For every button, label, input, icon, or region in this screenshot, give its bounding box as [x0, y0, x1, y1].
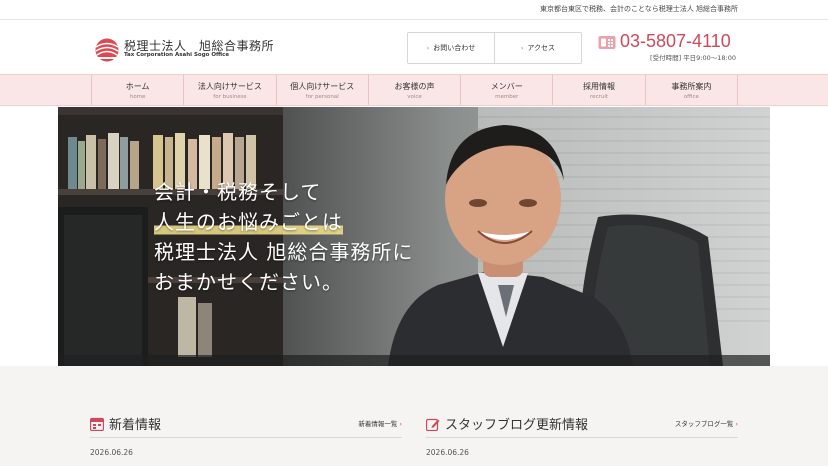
- nav-item-label: ホーム: [125, 82, 150, 91]
- hero-line-2: 人生のお悩みごとは: [154, 207, 343, 237]
- news-panel: 新着情報 新着情報一覧 › 2026.06.26: [90, 412, 402, 457]
- sunrise-logo-icon: [95, 38, 119, 62]
- site-logo[interactable]: 税理士法人 旭総合事務所 Tax Corporation Asahi Sogo …: [94, 36, 274, 64]
- phone-number: 03-5807-4110: [620, 31, 731, 51]
- site-tagline: 東京都台東区で税務、会計のことなら税理士法人 旭総合事務所: [539, 5, 738, 13]
- chevron-right-icon: ›: [399, 420, 402, 428]
- nav-item-voice[interactable]: お客様の声 voice: [367, 75, 460, 105]
- top-strip: 東京都台東区で税務、会計のことなら税理士法人 旭総合事務所: [0, 0, 828, 20]
- hero-line-1: 会計・税務そして: [154, 180, 322, 204]
- chevron-right-icon: ›: [520, 44, 524, 52]
- blog-panel-header: スタッフブログ更新情報 スタッフブログ一覧 ›: [426, 412, 738, 438]
- blog-title: スタッフブログ更新情報: [445, 418, 589, 433]
- nav-item-sublabel: for business: [213, 94, 247, 100]
- calendar-icon: [90, 417, 104, 431]
- news-date: 2026.06.26: [90, 448, 133, 457]
- news-list-link[interactable]: 新着情報一覧 ›: [358, 418, 402, 428]
- hero-line-4: おまかせください。: [154, 270, 343, 294]
- nav-item-sublabel: member: [495, 94, 519, 100]
- nav-item-sublabel: recruit: [590, 94, 609, 100]
- nav-item-label: 事務所案内: [671, 82, 712, 91]
- phone-icon: [598, 36, 616, 49]
- nav-item-label: 採用情報: [583, 82, 616, 91]
- nav-item-label: 法人向けサービス: [197, 82, 262, 91]
- nav-item-label: 個人向けサービス: [290, 82, 355, 91]
- nav-item-label: お客様の声: [394, 82, 435, 91]
- phone-block[interactable]: 03-5807-4110 [受付時間] 平日9:00～18:00: [598, 31, 738, 63]
- nav-item-sublabel: voice: [407, 94, 422, 100]
- business-hours: [受付時間] 平日9:00～18:00: [650, 54, 736, 62]
- news-panel-header: 新着情報 新着情報一覧 ›: [90, 412, 402, 438]
- contact-button-label: お問い合わせ: [433, 44, 476, 52]
- lower-section: 新着情報 新着情報一覧 › 2026.06.26 スタッフブログ更新情報 スタッフ…: [0, 366, 828, 466]
- news-list-link-label: 新着情報一覧: [358, 420, 398, 428]
- nav-item-home[interactable]: ホーム home: [91, 75, 183, 105]
- nav-item-recruit[interactable]: 採用情報 recruit: [552, 75, 644, 105]
- hero-line-3: 税理士法人 旭総合事務所に: [154, 240, 414, 264]
- pencil-icon: [426, 418, 440, 431]
- logo-english-name: Tax Corporation Asahi Sogo Office: [124, 52, 230, 58]
- chevron-right-icon: ›: [426, 44, 430, 52]
- nav-item-business[interactable]: 法人向けサービス for business: [183, 75, 275, 105]
- nav-item-personal[interactable]: 個人向けサービス for personal: [275, 75, 368, 105]
- blog-list-link-label: スタッフブログ一覧: [674, 420, 734, 428]
- access-button[interactable]: › アクセス: [494, 33, 581, 63]
- blog-list-link[interactable]: スタッフブログ一覧 ›: [675, 418, 738, 428]
- page: 東京都台東区で税務、会計のことなら税理士法人 旭総合事務所 税理士法人 旭総合事…: [0, 0, 828, 466]
- blog-panel: スタッフブログ更新情報 スタッフブログ一覧 › 2026.06.26: [426, 412, 738, 457]
- nav-item-label: メンバー: [490, 82, 523, 91]
- nav-item-sublabel: for personal: [305, 94, 339, 100]
- nav-item-sublabel: office: [683, 94, 699, 100]
- access-button-label: アクセス: [527, 44, 556, 52]
- hero-copy: 会計・税務そして 人生のお悩みごとは 税理士法人 旭総合事務所に おまかせくださ…: [154, 177, 413, 297]
- header-buttons: › お問い合わせ › アクセス: [407, 32, 582, 64]
- nav-item-sublabel: home: [129, 94, 146, 100]
- global-nav: ホーム home 法人向けサービス for business 個人向けサービス …: [91, 75, 738, 105]
- blog-date: 2026.06.26: [426, 448, 469, 457]
- contact-button[interactable]: › お問い合わせ: [408, 33, 494, 63]
- news-title: 新着情報: [109, 418, 162, 433]
- chevron-right-icon: ›: [735, 420, 738, 428]
- global-nav-bar: ホーム home 法人向けサービス for business 個人向けサービス …: [0, 74, 828, 106]
- nav-item-member[interactable]: メンバー member: [460, 75, 552, 105]
- hero-banner: 会計・税務そして 人生のお悩みごとは 税理士法人 旭総合事務所に おまかせくださ…: [58, 107, 770, 366]
- nav-item-office[interactable]: 事務所案内 office: [644, 75, 738, 105]
